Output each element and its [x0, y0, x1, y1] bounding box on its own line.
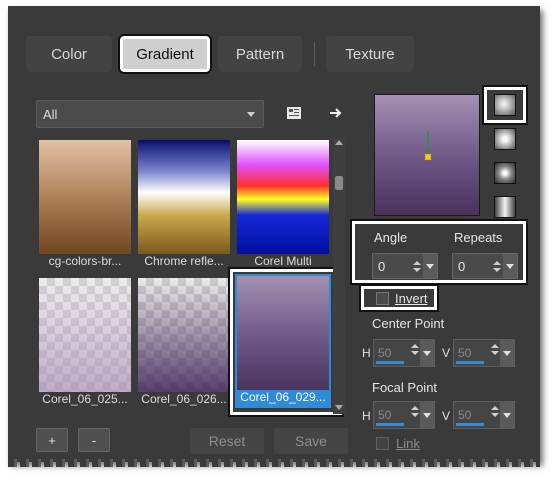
stepper-icon[interactable] — [491, 260, 503, 272]
center-h-label: H — [362, 346, 371, 360]
center-v-spinbox[interactable]: 50 — [453, 339, 515, 367]
focal-h-level — [376, 423, 404, 426]
remove-gradient-button[interactable]: - — [78, 428, 110, 452]
tab-gradient[interactable]: Gradient — [118, 34, 212, 74]
tab-separator — [314, 42, 315, 66]
stepper-icon[interactable] — [411, 260, 423, 272]
library-icon[interactable] — [284, 103, 304, 123]
sunburst-style-icon[interactable] — [494, 196, 516, 218]
focal-point-label: Focal Point — [372, 380, 438, 395]
stepper-icon[interactable] — [491, 344, 499, 355]
chevron-down-icon[interactable] — [500, 402, 514, 428]
focal-v-value: 50 — [458, 408, 472, 422]
tab-pattern[interactable]: Pattern — [218, 36, 302, 72]
gradient-swatch[interactable]: cg-colors-br... — [37, 138, 133, 272]
scroll-thumb[interactable] — [335, 176, 343, 190]
swatch-preview — [138, 140, 230, 254]
center-v-value: 50 — [458, 346, 472, 360]
reset-button[interactable]: Reset — [190, 428, 264, 454]
gradient-category-dropdown[interactable]: All — [36, 100, 264, 128]
gradient-swatch[interactable]: Corel Multi — [235, 138, 331, 272]
stepper-icon[interactable] — [491, 406, 499, 417]
swatch-preview — [237, 140, 329, 254]
focal-v-label: V — [442, 409, 451, 423]
chevron-down-icon[interactable] — [500, 340, 514, 366]
link-checkbox[interactable] — [376, 437, 389, 450]
chevron-down-icon — [247, 112, 255, 117]
linear-style-icon[interactable] — [494, 94, 516, 116]
swatch-label: Corel_06_026... — [141, 392, 227, 406]
tab-color[interactable]: Color — [26, 36, 112, 72]
focal-h-label: H — [362, 409, 371, 423]
link-label: Link — [396, 436, 420, 451]
repeats-value: 0 — [458, 258, 466, 274]
stepper-icon[interactable] — [411, 344, 419, 355]
chevron-down-icon[interactable] — [420, 340, 434, 366]
angle-value: 0 — [378, 258, 386, 274]
gradient-swatch[interactable]: Chrome refle... — [136, 138, 232, 272]
focal-v-spinbox[interactable]: 50 — [453, 401, 515, 429]
center-point-label: Center Point — [372, 316, 445, 331]
gradient-preview[interactable] — [374, 94, 480, 216]
center-h-value: 50 — [378, 346, 392, 360]
tab-texture[interactable]: Texture — [326, 36, 414, 72]
selection-highlight — [228, 267, 344, 417]
rectangular-style-icon[interactable] — [494, 128, 516, 150]
chevron-down-icon[interactable] — [420, 402, 434, 428]
chevron-down-icon[interactable] — [423, 254, 437, 278]
stepper-icon[interactable] — [411, 406, 419, 417]
save-button[interactable]: Save — [274, 428, 348, 454]
swatch-label: Chrome refle... — [144, 254, 224, 268]
repeats-label: Repeats — [454, 230, 503, 245]
swatch-label: Corel_06_025... — [42, 392, 128, 406]
focal-v-level — [456, 423, 484, 426]
swatch-preview — [39, 278, 131, 392]
focal-h-value: 50 — [378, 408, 392, 422]
center-v-label: V — [442, 346, 451, 360]
swatch-preview — [39, 140, 131, 254]
dropdown-value: All — [43, 106, 58, 122]
arrow-right-icon[interactable] — [326, 103, 346, 123]
gradient-swatch[interactable]: Corel_06_025... — [37, 276, 133, 410]
center-v-level — [456, 361, 484, 364]
invert-checkbox[interactable] — [376, 292, 389, 305]
scroll-up-icon[interactable] — [335, 140, 343, 145]
radial-style-icon[interactable] — [494, 162, 516, 184]
focal-h-spinbox[interactable]: 50 — [373, 401, 435, 429]
invert-label: Invert — [395, 291, 428, 306]
angle-spinbox[interactable]: 0 — [372, 253, 438, 279]
angle-label: Angle — [374, 230, 408, 245]
gradient-swatch[interactable]: Corel_06_026... — [136, 276, 232, 410]
center-h-level — [376, 361, 404, 364]
add-gradient-button[interactable]: + — [36, 428, 68, 452]
swatch-preview — [138, 278, 230, 392]
swatch-label: cg-colors-br... — [48, 254, 122, 268]
scroll-down-icon[interactable] — [335, 405, 343, 410]
chevron-down-icon[interactable] — [503, 254, 517, 278]
center-h-spinbox[interactable]: 50 — [373, 339, 435, 367]
repeats-spinbox[interactable]: 0 — [452, 253, 518, 279]
